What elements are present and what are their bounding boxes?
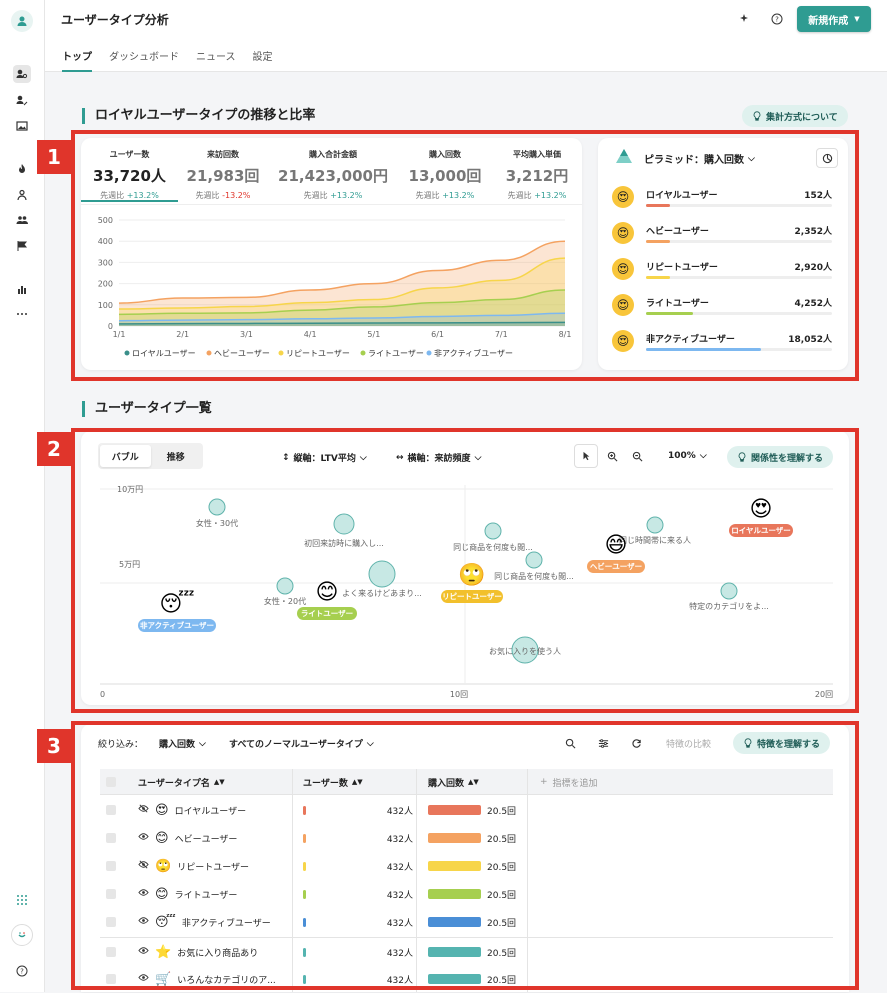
caret-down-icon: ▼ (854, 15, 860, 23)
fire-icon[interactable] (13, 160, 31, 178)
section-title-types: ユーザータイプ一覧 (82, 401, 212, 417)
brand-logo-icon (11, 924, 33, 946)
image-icon[interactable] (13, 117, 31, 135)
new-create-button[interactable]: 新規作成 ▼ (797, 6, 871, 32)
user-search-icon[interactable] (13, 65, 31, 83)
svg-text:?: ? (775, 16, 779, 24)
apps-grid-icon[interactable] (13, 891, 31, 909)
annotation-frame-1 (71, 130, 859, 381)
help-circle-icon[interactable]: ? (768, 10, 786, 28)
annotation-frame-2 (71, 428, 859, 713)
more-icon[interactable] (13, 305, 31, 323)
bar-chart-icon[interactable] (13, 280, 31, 298)
user-avatar-icon[interactable] (11, 10, 33, 32)
tab-settings[interactable]: 設定 (253, 48, 273, 72)
new-create-label: 新規作成 (808, 15, 849, 27)
calc-method-button[interactable]: 集計方式について (742, 105, 848, 127)
tab-top[interactable]: トップ (62, 48, 92, 72)
group-icon[interactable] (13, 211, 31, 229)
app-title: ユーザータイプ分析 (61, 13, 169, 27)
annotation-badge-2: 2 (37, 432, 71, 466)
tab-news[interactable]: ニュース (196, 48, 236, 72)
tab-dashboard[interactable]: ダッシュボード (109, 48, 179, 72)
sparkle-icon[interactable] (735, 10, 753, 28)
person-icon[interactable] (13, 186, 31, 204)
annotation-frame-3 (71, 721, 859, 990)
flag-icon[interactable] (13, 237, 31, 255)
help-icon[interactable]: ? (13, 962, 31, 980)
tab-bar: トップ ダッシュボード ニュース 設定 (62, 48, 273, 72)
annotation-badge-1: 1 (37, 140, 71, 174)
user-analysis-icon[interactable] (13, 91, 31, 109)
svg-text:?: ? (20, 968, 24, 976)
lightbulb-icon (753, 111, 761, 121)
section-title-loyal: ロイヤルユーザータイプの推移と比率 (82, 108, 315, 124)
annotation-badge-3: 3 (37, 729, 71, 763)
top-header: ユーザータイプ分析 ? 新規作成 ▼ トップ ダッシュボード ニュース 設定 (45, 0, 887, 72)
calc-method-label: 集計方式について (766, 112, 838, 123)
